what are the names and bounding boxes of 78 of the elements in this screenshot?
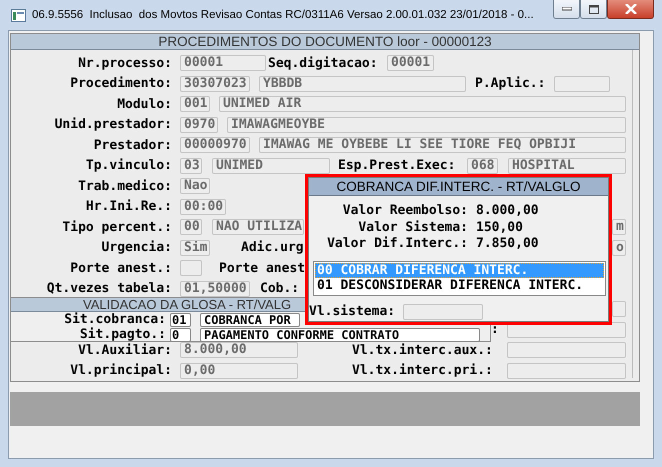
field-label: Qt.vezes tabela:	[46, 281, 172, 296]
value-text: 8.000,00	[476, 203, 540, 220]
maximize-button[interactable]	[580, 0, 607, 19]
input-field[interactable]: m	[612, 219, 626, 236]
list-item[interactable]: 01 DESCONSIDERAR DIFERENCA INTERC.	[315, 278, 604, 294]
field-label: Vl.sistema:	[309, 304, 396, 319]
input-field[interactable]	[554, 76, 610, 92]
window-title: 06.9.5556 Inclusao dos Movtos Revisao Contas RC/0311A6 Versao 2.00.01.032 23/01/2018 - 0...	[32, 9, 534, 21]
field-label: P.Aplic.:	[475, 76, 546, 92]
minimize-icon	[562, 7, 572, 11]
panel-title: PROCEDIMENTOS DO DOCUMENTO loor - 00000123	[158, 34, 492, 49]
maximize-icon	[588, 4, 598, 14]
input-field[interactable]	[612, 301, 626, 318]
field-label: Adic.urg	[241, 240, 303, 256]
input-field[interactable]: COBRANCA POR	[200, 312, 300, 326]
close-button[interactable]	[607, 0, 654, 19]
input-field[interactable]	[403, 304, 484, 320]
input-field[interactable]: 8.000,00	[180, 342, 298, 358]
input-field[interactable]: PAGAMENTO CONFORME CONTRATO	[200, 328, 480, 342]
input-field[interactable]	[507, 342, 626, 358]
input-field[interactable]: IMAWAGMEOYBE	[227, 116, 626, 133]
field-label: Sit.cobranca:	[63, 312, 166, 327]
field-label: Prestador:	[92, 138, 172, 153]
input-field[interactable]: HOSPITAL	[508, 158, 626, 174]
input-field[interactable]: Nao	[180, 178, 210, 194]
app-icon	[11, 9, 26, 22]
field-label: Vl.tx.interc.aux.:	[352, 342, 494, 358]
field-label: Vl.tx.interc.pri.:	[352, 363, 494, 378]
field-label: Porte anest	[219, 260, 305, 276]
input-field[interactable]: 001	[180, 96, 210, 112]
dialog-title: COBRANCA DIF.INTERC. - RT/VALGLO	[336, 179, 581, 194]
input-field[interactable]: 068	[467, 158, 498, 174]
field-label: Porte anest.:	[69, 260, 172, 276]
field-label: Urgencia:	[100, 240, 172, 256]
field-label: Procedimento:	[69, 76, 172, 92]
panel-title: VALIDACAO DA GLOSA - RT/VALG	[83, 297, 292, 312]
value-label: Valor Dif.Interc.:	[326, 236, 468, 252]
field-label: Cob.:	[260, 281, 300, 296]
input-field[interactable]: 01,50000	[180, 280, 250, 297]
field-label: Tp.vinculo:	[84, 158, 172, 174]
field-label: Unid.prestador:	[54, 117, 172, 132]
input-field[interactable]: IMAWAG ME OYBEBE LI SEE TIORE FEQ OPBIJI	[259, 137, 626, 154]
input-field[interactable]: UNIMED	[212, 158, 330, 174]
field-label: Vl.principal:	[69, 363, 172, 378]
input-field[interactable]: o	[612, 240, 626, 256]
input-field[interactable]	[180, 260, 202, 276]
input-field[interactable]: 0970	[180, 116, 218, 133]
field-label: Esp.Prest.Exec:	[338, 158, 456, 174]
input-field[interactable]: 0,00	[180, 362, 298, 379]
input-field[interactable]: UNIMED AIR	[219, 96, 626, 112]
close-icon	[624, 4, 636, 14]
input-field[interactable]: 01	[170, 312, 191, 326]
list-item[interactable]: 00 COBRAR DIFERENCA INTERC.	[315, 262, 604, 278]
input-field[interactable]: 03	[180, 158, 202, 174]
value-text: 7.850,00	[476, 236, 540, 252]
input-field[interactable]: 00001	[387, 55, 434, 72]
input-field[interactable]: 00000970	[180, 137, 250, 154]
field-label: Sit.pagto.:	[78, 327, 166, 342]
input-field[interactable]: 00:00	[180, 198, 226, 215]
input-field[interactable]	[507, 362, 626, 379]
field-label: Seq.digitacao:	[268, 56, 378, 71]
value-label: Valor Reembolso:	[342, 203, 468, 220]
value-label: Valor Sistema:	[357, 220, 468, 236]
input-field[interactable]: 0	[170, 328, 191, 342]
input-field[interactable]: 00001	[180, 55, 266, 72]
field-label: Tipo percent.:	[61, 220, 172, 235]
field-label: :	[491, 322, 500, 338]
field-label: Hr.Ini.Re.:	[84, 199, 172, 214]
field-label: Vl.Auxiliar:	[77, 342, 172, 358]
field-label: Trab.medico:	[77, 178, 172, 194]
minimize-button[interactable]	[553, 0, 580, 19]
field-label: Modulo:	[116, 96, 172, 112]
input-field[interactable]: 00	[180, 219, 202, 236]
input-field[interactable]: NAO UTILIZA	[212, 219, 304, 236]
value-text: 150,00	[476, 220, 524, 236]
input-field[interactable]: YBBDB	[259, 76, 466, 92]
field-label: Nr.processo:	[77, 56, 172, 71]
input-field[interactable]: 30307023	[180, 76, 250, 92]
